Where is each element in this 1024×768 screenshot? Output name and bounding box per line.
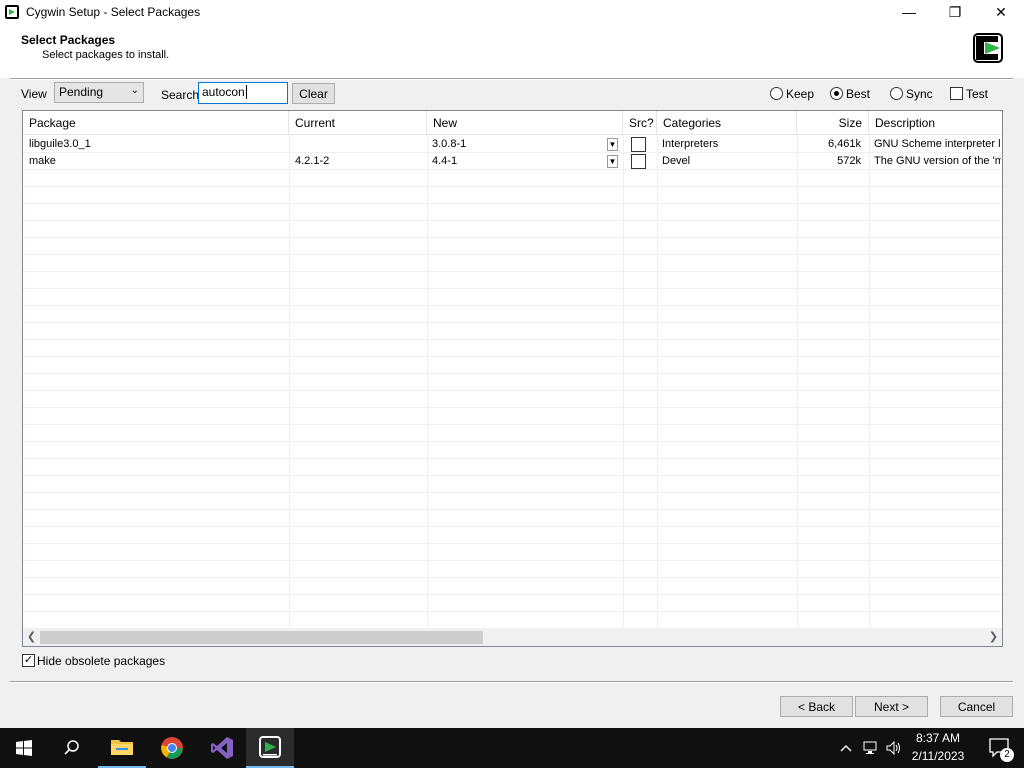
page-subtitle: Select packages to install. (42, 49, 170, 61)
new-version: 4.4-1 (432, 155, 458, 167)
cancel-button[interactable]: Cancel (940, 696, 1013, 717)
package-description: The GNU version of the 'ma (874, 155, 1001, 167)
visual-studio-taskbar-button[interactable] (198, 728, 246, 768)
cygwin-setup-taskbar-button[interactable] (246, 728, 294, 768)
src-checkbox[interactable] (631, 154, 646, 169)
best-label: Best (846, 87, 871, 101)
test-label: Test (966, 87, 989, 101)
window-title: Cygwin Setup - Select Packages (26, 5, 201, 19)
sync-radio[interactable] (890, 87, 903, 100)
column-header-categories[interactable]: Categories (657, 111, 797, 135)
network-icon (863, 741, 877, 754)
visual-studio-icon (211, 737, 233, 759)
new-version-dropdown[interactable]: ▼ (607, 155, 618, 168)
keep-label: Keep (786, 87, 815, 101)
file-explorer-taskbar-button[interactable] (98, 728, 146, 768)
horizontal-scrollbar[interactable]: ❮ ❯ (23, 629, 1002, 646)
package-description: GNU Scheme interpreter lib (874, 138, 1001, 150)
column-header-description[interactable]: Description (869, 111, 1002, 135)
taskbar: 8:37 AM 2/11/2023 2 (0, 728, 1024, 768)
column-header-new[interactable]: New (427, 111, 623, 135)
wizard-header: Select Packages Select packages to insta… (0, 24, 1024, 78)
column-header-package[interactable]: Package (23, 111, 289, 135)
title-bar: Cygwin Setup - Select Packages — ❐ ✕ (0, 0, 1024, 24)
sync-label: Sync (906, 87, 933, 101)
cygwin-logo-icon (973, 33, 1003, 63)
view-label: View (21, 87, 47, 101)
clock-date[interactable]: 2/11/2023 (908, 749, 968, 763)
new-version-dropdown[interactable]: ▼ (607, 138, 618, 151)
maximize-button[interactable]: ❐ (932, 0, 978, 24)
new-version: 3.0.8-1 (432, 138, 467, 150)
scroll-left-icon[interactable]: ❮ (23, 629, 40, 646)
windows-icon (16, 740, 32, 756)
scrollbar-thumb[interactable] (40, 631, 483, 644)
search-label: Search (161, 88, 200, 102)
chrome-taskbar-button[interactable] (148, 728, 196, 768)
keep-radio[interactable] (770, 87, 783, 100)
clear-button[interactable]: Clear (292, 83, 335, 104)
category: Interpreters (662, 138, 719, 150)
column-header-current[interactable]: Current (289, 111, 427, 135)
show-hidden-icons-button[interactable] (836, 728, 856, 768)
column-header-src[interactable]: Src? (623, 111, 657, 135)
package-list-header: Package Current New Src? Categories Size… (23, 111, 1002, 135)
speaker-icon (886, 741, 900, 755)
view-dropdown-value: Pending (59, 85, 104, 99)
start-button[interactable] (0, 728, 48, 768)
search-icon (64, 740, 79, 755)
current-version (295, 136, 425, 153)
network-button[interactable] (860, 728, 882, 768)
search-input[interactable]: autocon (198, 82, 288, 104)
clock-time[interactable]: 8:37 AM (908, 731, 968, 745)
scroll-right-icon[interactable]: ❯ (985, 629, 1002, 646)
notification-badge: 2 (1000, 748, 1014, 762)
best-radio[interactable] (830, 87, 843, 100)
minimize-button[interactable]: — (886, 0, 932, 24)
hide-obsolete-label: Hide obsolete packages (37, 654, 166, 668)
cygwin-icon (259, 736, 281, 758)
page-title: Select Packages (21, 33, 116, 47)
column-header-size[interactable]: Size (797, 111, 869, 135)
cygwin-app-icon (5, 5, 19, 19)
chrome-icon (161, 737, 183, 759)
category: Devel (662, 155, 691, 167)
package-name: libguile3.0_1 (29, 138, 91, 150)
folder-icon (111, 740, 133, 755)
next-button[interactable]: Next > (855, 696, 928, 717)
src-checkbox[interactable] (631, 137, 646, 152)
package-name: make (29, 155, 56, 167)
package-list[interactable]: Package Current New Src? Categories Size… (22, 110, 1003, 647)
package-size: 6,461k (827, 138, 861, 150)
hide-obsolete-checkbox[interactable]: ✓ (22, 654, 35, 667)
package-size: 572k (837, 155, 861, 167)
back-button[interactable]: < Back (780, 696, 853, 717)
notifications-button[interactable]: 2 (976, 728, 1024, 768)
search-taskbar-button[interactable] (48, 728, 96, 768)
view-dropdown[interactable]: Pending ⌄ (54, 82, 144, 103)
volume-button[interactable] (883, 728, 905, 768)
chevron-up-icon (840, 745, 852, 752)
close-button[interactable]: ✕ (978, 0, 1024, 24)
test-checkbox[interactable] (950, 87, 963, 100)
current-version: 4.2.1-2 (295, 155, 330, 167)
chevron-down-icon: ⌄ (130, 85, 139, 96)
